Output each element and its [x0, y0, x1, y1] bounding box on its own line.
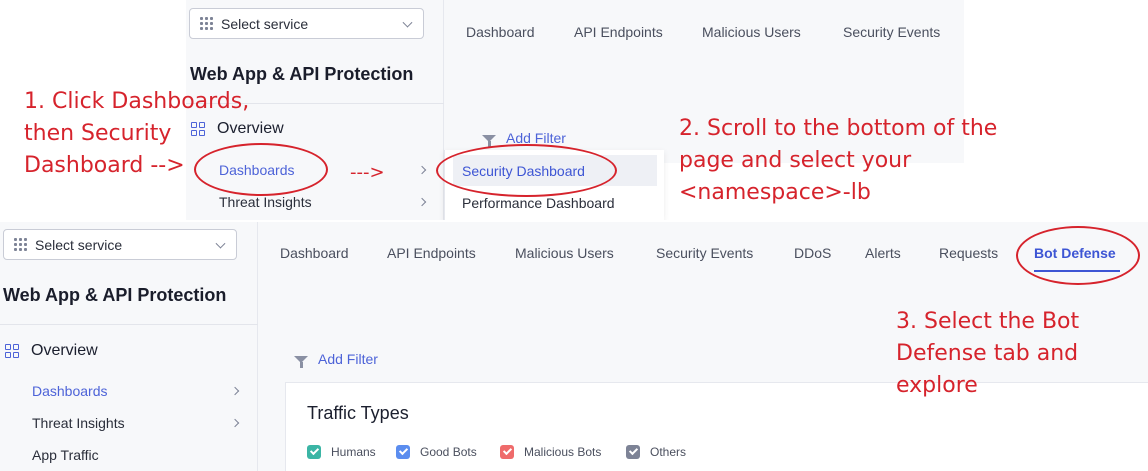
legend-humans[interactable]: Humans [307, 445, 376, 459]
apps-grid-icon [200, 17, 213, 30]
tab-malicious-users[interactable]: Malicious Users [702, 24, 801, 40]
legend-label: Humans [331, 445, 376, 459]
tab-security-events[interactable]: Security Events [656, 245, 753, 261]
annotation-arrow: ---> [350, 162, 385, 183]
sidebar-item-threat-insights[interactable]: Threat Insights [32, 415, 125, 431]
card-title: Traffic Types [307, 403, 409, 423]
highlight-ellipse-bot-defense [1016, 226, 1140, 285]
checkbox-icon [307, 445, 321, 459]
legend-label: Good Bots [420, 445, 477, 459]
chevron-down-icon [215, 238, 226, 249]
divider [0, 324, 258, 325]
bottom-sidebar: Select service Web App & API Protection … [0, 222, 258, 471]
tab-dashboard[interactable]: Dashboard [466, 24, 535, 40]
annotation-step-3: 3. Select the Bot Defense tab and explor… [896, 309, 1080, 398]
apps-grid-icon [14, 238, 27, 251]
overview-link[interactable]: Overview [5, 342, 98, 360]
legend-label: Others [650, 445, 687, 459]
tab-api-endpoints[interactable]: API Endpoints [574, 24, 663, 40]
legend-others[interactable]: Others [626, 445, 686, 459]
sidebar-item-app-traffic[interactable]: App Traffic [32, 447, 99, 463]
select-service-label: Select service [221, 15, 309, 32]
tab-alerts[interactable]: Alerts [865, 245, 901, 261]
overview-icon [5, 344, 19, 358]
checkbox-icon [626, 445, 640, 459]
filter-icon [482, 134, 496, 147]
chevron-right-icon [417, 165, 427, 175]
add-filter-button[interactable]: Add Filter [294, 351, 378, 368]
select-service-dropdown[interactable]: Select service [189, 8, 424, 39]
chevron-right-icon [417, 197, 427, 207]
tab-requests[interactable]: Requests [939, 245, 998, 261]
tab-dashboard[interactable]: Dashboard [280, 245, 349, 261]
tab-security-events[interactable]: Security Events [843, 24, 940, 40]
legend-good-bots[interactable]: Good Bots [396, 445, 477, 459]
select-service-label: Select service [35, 236, 123, 253]
tab-api-endpoints[interactable]: API Endpoints [387, 245, 476, 261]
sidebar-item-threat-insights[interactable]: Threat Insights [219, 194, 312, 210]
sidebar-item-dashboards[interactable]: Dashboards [32, 383, 108, 399]
highlight-ellipse-security-dashboard [436, 144, 617, 197]
add-filter-label: Add Filter [318, 351, 378, 367]
select-service-dropdown[interactable]: Select service [3, 229, 237, 260]
legend-malicious-bots[interactable]: Malicious Bots [500, 445, 601, 459]
overview-label: Overview [31, 342, 98, 359]
highlight-ellipse-dashboards [194, 143, 328, 196]
chevron-right-icon [230, 386, 240, 396]
filter-icon [294, 355, 308, 368]
menu-item-performance-dashboard[interactable]: Performance Dashboard [462, 195, 615, 211]
checkbox-icon [396, 445, 410, 459]
chevron-right-icon [230, 418, 240, 428]
annotation-step-2: 2. Scroll to the bottom of the page and … [679, 116, 998, 205]
legend-label: Malicious Bots [524, 445, 602, 459]
app-title: Web App & API Protection [3, 285, 227, 305]
tab-malicious-users[interactable]: Malicious Users [515, 245, 614, 261]
checkbox-icon [500, 445, 514, 459]
app-title: Web App & API Protection [190, 64, 414, 84]
chevron-down-icon [402, 17, 413, 28]
tab-ddos[interactable]: DDoS [794, 245, 831, 261]
